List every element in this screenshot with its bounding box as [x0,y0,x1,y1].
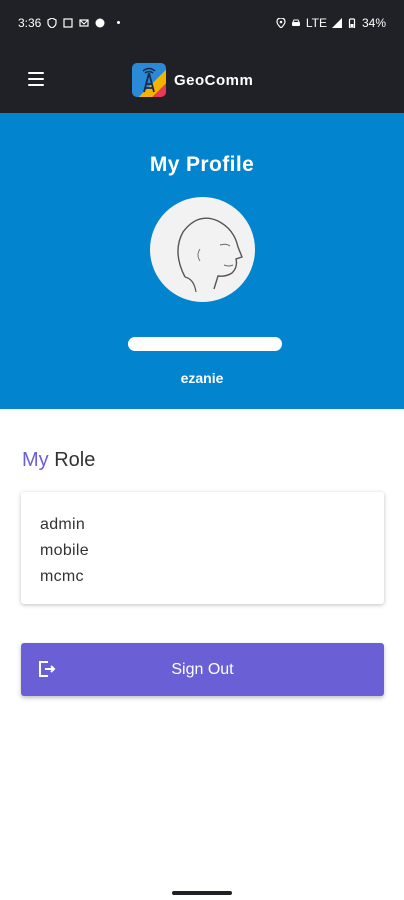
system-nav-bar [0,886,404,900]
network-type: LTE [305,15,327,30]
role-heading-prefix: My [22,449,49,471]
shield-notification-icon [47,17,57,28]
more-notifications-dot [117,21,121,24]
battery-icon [348,17,356,28]
role-item-mobile: mobile [40,542,89,559]
brand: GeoComm [132,63,253,97]
page-title: My Profile [149,153,255,176]
logout-icon [39,661,56,677]
home-gesture-handle[interactable] [172,891,232,895]
car-mode-icon [291,19,300,26]
person-sketch-icon [177,217,243,293]
role-item-mcmc: mcmc [40,568,84,585]
username: ezanie [180,370,224,386]
hamburger-menu-icon[interactable] [28,68,54,90]
signal-icon [331,17,342,28]
status-bar: 3:36 LTE 34% [0,0,404,45]
role-card: admin mobile mcmc [21,492,384,604]
brand-name: GeoComm [174,71,254,89]
mail-notification-icon [79,18,89,27]
app-bar: GeoComm [0,45,404,113]
redacted-name-bar [128,337,282,351]
cell-tower-logo-icon [132,63,166,97]
sign-out-label: Sign Out [171,660,234,678]
battery-percent: 34% [361,15,386,30]
profile-header: My Profile ezanie [0,113,404,409]
calendar-notification-icon [63,17,73,28]
role-heading: My Role [22,449,95,472]
app-notification-icon [95,18,105,27]
location-icon [276,17,286,28]
avatar [150,197,255,302]
status-time: 3:36 [18,15,42,30]
role-heading-suffix: Role [48,449,96,471]
role-item-admin: admin [40,516,86,533]
sign-out-button[interactable]: Sign Out [21,643,384,696]
